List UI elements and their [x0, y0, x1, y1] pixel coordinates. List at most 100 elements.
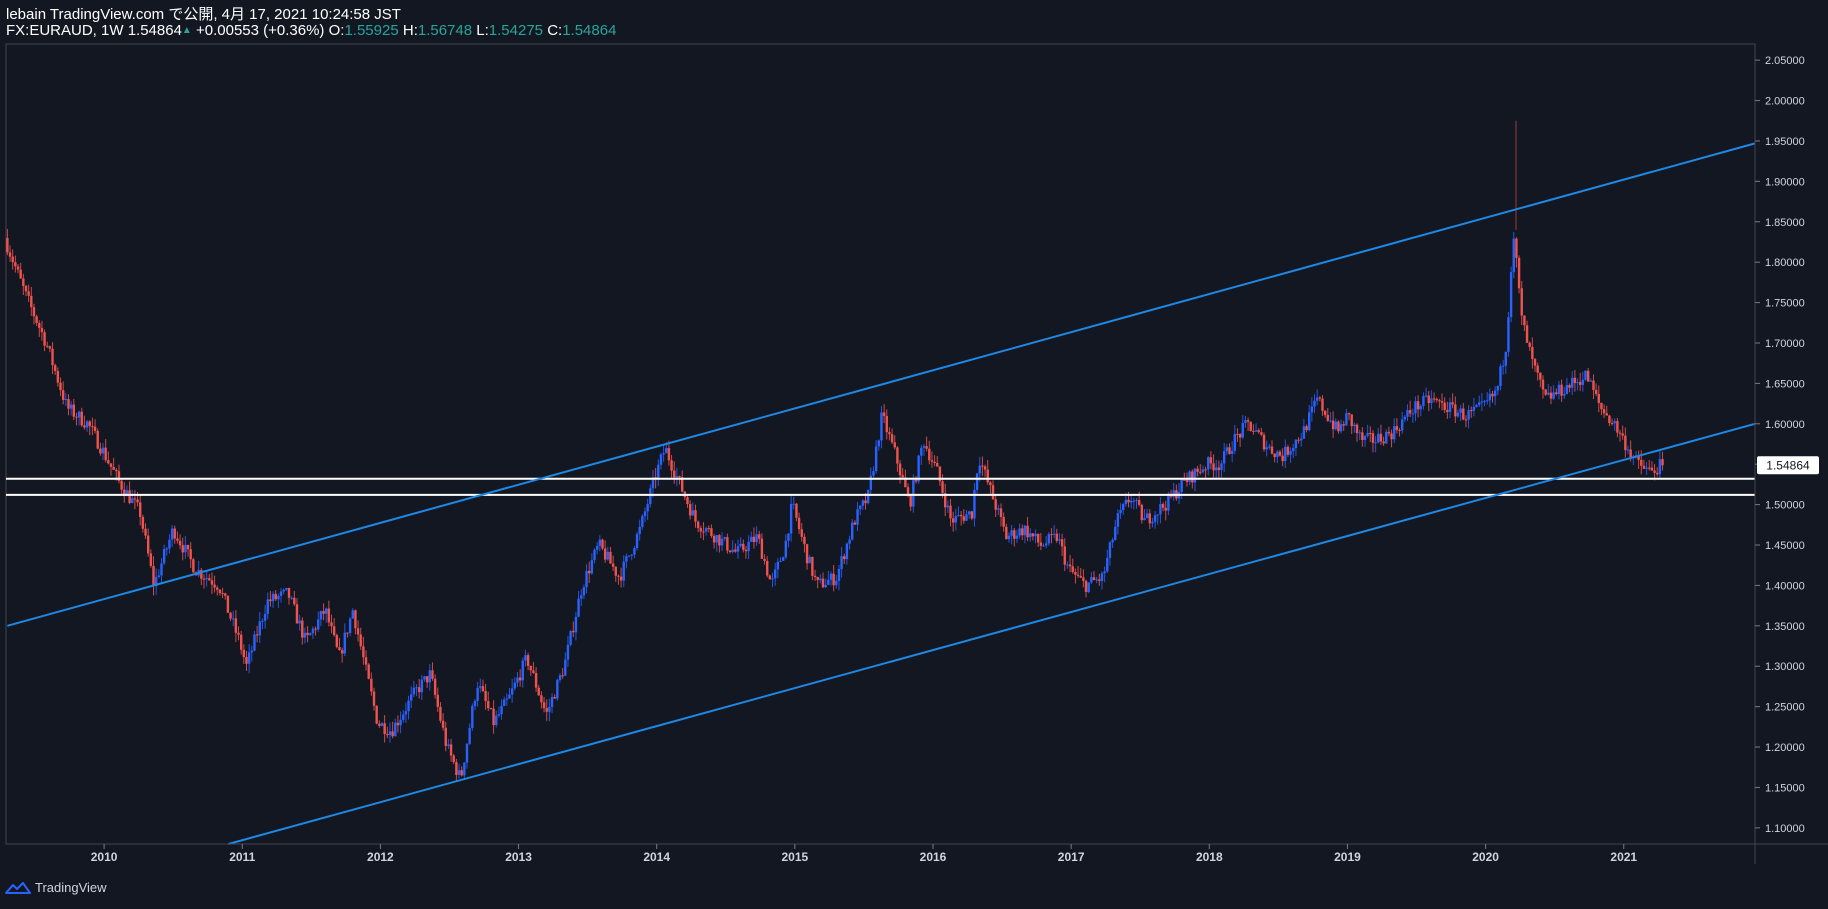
candle-body [436, 694, 439, 707]
candle-body [781, 557, 785, 561]
candle-body [314, 628, 317, 630]
candle-body [1605, 413, 1608, 416]
candle-body [505, 698, 509, 700]
candle-body [1536, 365, 1539, 373]
candle-body [824, 584, 827, 588]
candle-body [380, 723, 384, 726]
candle-body [415, 687, 418, 689]
candle-body [492, 708, 495, 726]
candle-body [1135, 500, 1138, 502]
candle-body [734, 549, 737, 552]
candle-body [1148, 513, 1151, 524]
candle-body [1302, 426, 1306, 439]
candle-body [821, 578, 825, 588]
candle-body [1207, 457, 1210, 470]
y-tick-label: 1.70000 [1765, 338, 1805, 350]
candle-body [1034, 533, 1037, 537]
candle-body [144, 528, 147, 536]
y-tick-label: 1.80000 [1765, 257, 1805, 269]
candle-body [641, 516, 644, 527]
candle-body [1015, 535, 1019, 539]
candle-body [1470, 410, 1473, 412]
candle-body [1658, 459, 1662, 475]
candle-body [1472, 406, 1476, 411]
candle-body [715, 535, 718, 543]
candle-body [14, 262, 17, 267]
candle-body [428, 670, 432, 683]
candle-body [1230, 450, 1234, 454]
candle-body [914, 480, 918, 482]
candle-body [1140, 504, 1144, 521]
candle-body [617, 575, 620, 577]
candle-body [643, 511, 647, 517]
candle-body [1342, 424, 1345, 426]
candle-body [22, 278, 25, 287]
candle-body [1180, 479, 1183, 492]
candle-body [391, 731, 394, 737]
candle-body [115, 469, 118, 472]
candle-body [1565, 385, 1569, 394]
candle-body [356, 628, 360, 635]
candle-body [1199, 471, 1202, 473]
candle-body [186, 544, 190, 550]
candle-body [1440, 401, 1444, 403]
candle-body [417, 687, 421, 693]
candle-body [91, 426, 94, 428]
candle-body [1650, 467, 1654, 471]
candle-body [54, 365, 57, 371]
candle-body [338, 647, 341, 651]
candle-body [704, 528, 708, 532]
price-chart[interactable]: 2.05000 2.00000 1.95000 1.90000 1.85000 1.800… [0, 0, 1828, 909]
candle-body [890, 434, 894, 443]
y-tick-label: 1.40000 [1765, 580, 1805, 592]
candle-body [859, 505, 862, 510]
y-tick-label: 2.05000 [1765, 55, 1805, 67]
candle-body [1082, 577, 1085, 581]
plot-area[interactable] [5, 43, 1756, 845]
candle-body [851, 522, 854, 540]
candle-body [898, 463, 902, 476]
candle-body [30, 295, 33, 308]
candle-body [930, 460, 934, 462]
candle-body [1411, 413, 1415, 415]
candle-body [1010, 530, 1013, 536]
candle-body [1563, 393, 1566, 396]
candle-body [1642, 465, 1646, 469]
candle-body [1151, 521, 1154, 524]
candle-body [1021, 528, 1024, 536]
candle-body [40, 327, 44, 333]
candle-body [827, 579, 830, 585]
candle-body [1236, 433, 1239, 435]
candle-body [771, 578, 774, 580]
candle-body [540, 695, 543, 703]
candle-body [1576, 382, 1579, 384]
candle-body [1249, 421, 1252, 431]
candle-body [1358, 432, 1361, 434]
candle-body [1183, 479, 1186, 481]
candle-body [582, 587, 586, 596]
candle-body [386, 734, 389, 736]
candle-body [255, 634, 259, 636]
candle-body [986, 469, 989, 483]
x-tick-label: 2014 [643, 850, 670, 864]
candle-body [1268, 446, 1271, 448]
candle-body [348, 618, 352, 634]
candle-body [766, 560, 769, 576]
candle-body [247, 652, 251, 664]
candle-body [925, 446, 928, 449]
candle-body [622, 561, 625, 581]
candle-body [1039, 542, 1043, 546]
candle-body [293, 597, 296, 605]
candle-body [665, 448, 668, 454]
candle-body [1648, 467, 1651, 469]
candle-body [1549, 392, 1553, 399]
candle-body [832, 573, 835, 586]
candle-body [1018, 528, 1021, 536]
candle-body [1068, 564, 1072, 567]
candle-body [795, 503, 798, 518]
candle-body [346, 632, 349, 634]
candle-body [1111, 539, 1114, 543]
candle-body [1552, 392, 1555, 399]
candle-body [1294, 439, 1298, 448]
candle-body [1095, 579, 1098, 581]
